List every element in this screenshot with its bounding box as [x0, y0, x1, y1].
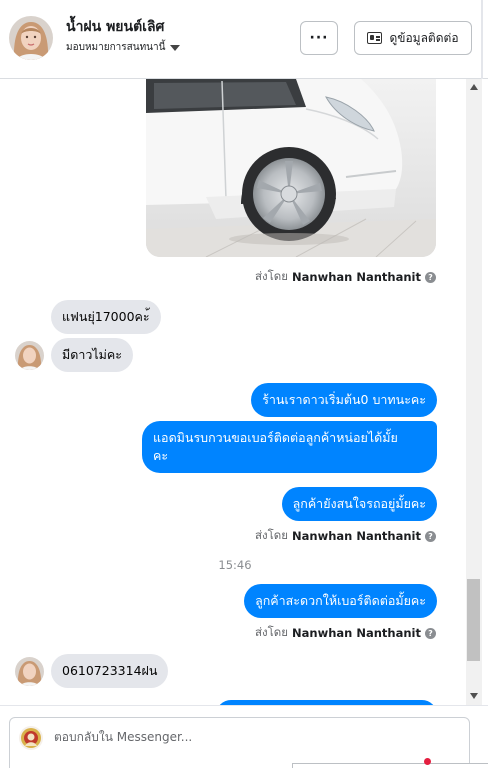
sent-by-label: ส่งโดย Nanwhan Nanthanit ? — [255, 268, 436, 286]
sender-name[interactable]: Nanwhan Nanthanit — [292, 270, 421, 284]
message-text: ลูกค้าสะดวกให้เบอร์ติดต่อมั้ยคะ — [255, 593, 426, 608]
view-contact-info-button[interactable]: ดูข้อมูลติดต่อ — [354, 21, 472, 55]
scroll-up-arrow-icon[interactable] — [470, 84, 478, 90]
contact-avatar-small[interactable] — [15, 657, 44, 686]
thread-scrollbar[interactable] — [466, 79, 482, 705]
incoming-message[interactable]: มีดาวไม่คะ — [51, 338, 133, 372]
info-icon[interactable]: ? — [425, 530, 436, 542]
outgoing-message[interactable]: ลูกค้าสะดวกให้เบอร์ติดต่อมั้ยคะ — [244, 584, 437, 618]
assign-label: มอบหมายการสนทนานี้ — [66, 42, 166, 53]
sent-by-prefix: ส่งโดย — [254, 625, 289, 639]
contact-name: น้ำฝน พยนต์เลิศ — [66, 19, 165, 35]
reply-input[interactable] — [54, 730, 354, 744]
outgoing-message[interactable]: ร้านเราดาวเริ่มต้น0 บาทนะคะ — [251, 383, 437, 417]
sent-by-label: ส่งโดย Nanwhan Nanthanit ? — [255, 624, 436, 642]
car-photo[interactable] — [146, 79, 436, 257]
caret-down-icon — [170, 44, 181, 51]
message-text: มีดาวไม่คะ — [62, 347, 122, 362]
message-timestamp: 15:46 — [218, 558, 252, 572]
contact-card-icon — [367, 32, 383, 44]
info-icon[interactable]: ? — [425, 627, 436, 639]
sent-by-label: ส่งโดย Nanwhan Nanthanit ? — [255, 527, 436, 545]
scroll-down-arrow-icon[interactable] — [470, 693, 478, 699]
incoming-message[interactable]: แฟนยุ่17000คะ้ — [51, 300, 161, 334]
outgoing-message[interactable]: แอดมินรบกวนขอเบอร์ติดต่อลูกค้าหน่อยได้มั… — [142, 421, 437, 473]
incoming-message[interactable]: 0610723314ฝน — [51, 654, 169, 688]
contact-avatar[interactable] — [9, 16, 53, 60]
reply-composer[interactable] — [9, 717, 470, 768]
sender-name[interactable]: Nanwhan Nanthanit — [292, 529, 421, 543]
message-text-line: แอดมินรบกวนขอเบอร์ติดต่อลูกค้าหน่อยได้มั… — [153, 430, 398, 445]
outgoing-message[interactable]: ลูกค้ายังสนใจรถอยู่มั้ยคะ — [281, 487, 437, 521]
message-text: แฟนยุ่17000คะ้ — [62, 309, 150, 324]
sender-name[interactable]: Nanwhan Nanthanit — [292, 626, 421, 640]
page-avatar — [19, 726, 43, 750]
message-text: ร้านเราดาวเริ่มต้น0 บาทนะคะ — [262, 392, 426, 407]
composer-area — [0, 705, 488, 768]
contact-avatar-small[interactable] — [15, 341, 44, 370]
message-text: 0610723314ฝน — [62, 663, 158, 678]
message-text: ลูกค้ายังสนใจรถอยู่มั้ยคะ — [292, 496, 426, 511]
more-icon: ··· — [309, 30, 329, 46]
view-contact-info-label: ดูข้อมูลติดต่อ — [389, 30, 459, 45]
message-thread[interactable]: ส่งโดย Nanwhan Nanthanit ? แฟนยุ่17000คะ… — [0, 79, 466, 705]
info-icon[interactable]: ? — [425, 271, 436, 283]
notification-dot — [424, 758, 431, 765]
message-text-line: คะ — [153, 448, 169, 463]
sent-by-prefix: ส่งโดย — [254, 528, 289, 542]
conversation-header: น้ำฝน พยนต์เลิศ มอบหมายการสนทนานี้ ··· ด… — [0, 0, 488, 79]
sent-by-prefix: ส่งโดย — [254, 269, 289, 283]
popup-panel-edge — [292, 763, 488, 768]
scrollbar-thumb[interactable] — [467, 579, 480, 661]
panel-divider — [481, 0, 483, 79]
more-options-button[interactable]: ··· — [300, 21, 338, 55]
assign-conversation-dropdown[interactable]: มอบหมายการสนทนานี้ — [66, 40, 181, 55]
